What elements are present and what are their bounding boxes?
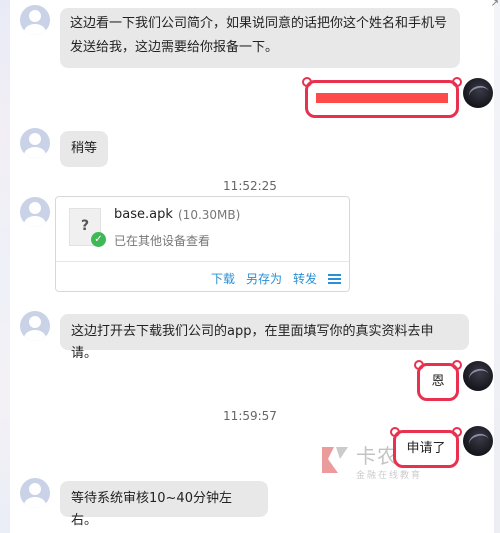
file-card[interactable]: ? ✓ base.apk (10.30MB) 已在其他设备查看 下载 另存为 转…	[55, 196, 350, 292]
check-circle-icon: ✓	[91, 232, 106, 247]
message-bubble-self[interactable]: 申请了	[390, 427, 462, 468]
message-bubble[interactable]: 这边打开去下载我们公司的app，在里面填写你的真实资料去申请。	[60, 314, 469, 361]
scrollbar-track[interactable]	[494, 0, 500, 533]
watermark-logo-icon	[322, 447, 348, 473]
message-bubble[interactable]: 稍等	[60, 131, 108, 167]
watermark-subtitle: 金融在线教育	[356, 471, 423, 481]
download-link[interactable]: 下载	[211, 270, 235, 287]
timestamp: 11:52:25	[223, 179, 277, 193]
avatar[interactable]	[20, 128, 50, 158]
expand-arrow-icon[interactable]: ↗	[491, 0, 499, 9]
message-text: 等待系统审核10~40分钟左右。	[71, 491, 232, 528]
file-name[interactable]: base.apk	[114, 207, 173, 222]
message-text: 这边看一下我们公司简介，如果说同意的话把你这个姓名和手机号发送给我，这边需要给你…	[70, 16, 448, 55]
avatar[interactable]	[20, 311, 50, 341]
redacted-content	[316, 93, 448, 103]
avatar-self[interactable]	[463, 426, 493, 456]
message-bubble-self[interactable]: 恩	[414, 360, 462, 401]
save-as-link[interactable]: 另存为	[246, 270, 282, 287]
avatar-self[interactable]	[463, 361, 493, 391]
message-text: 恩	[431, 374, 445, 389]
message-bubble-self[interactable]	[302, 77, 462, 118]
divider	[56, 261, 349, 262]
avatar[interactable]	[20, 197, 50, 227]
file-status: 已在其他设备查看	[114, 234, 211, 248]
avatar[interactable]	[20, 5, 50, 35]
avatar-self[interactable]	[463, 78, 493, 108]
left-background-strip	[0, 0, 10, 533]
forward-link[interactable]: 转发	[293, 270, 317, 287]
message-bubble[interactable]: 这边看一下我们公司简介，如果说同意的话把你这个姓名和手机号发送给我，这边需要给你…	[60, 8, 460, 68]
message-bubble[interactable]: 等待系统审核10~40分钟左右。	[60, 481, 268, 528]
message-text: 申请了	[406, 441, 446, 456]
message-text: 这边打开去下载我们公司的app，在里面填写你的真实资料去申请。	[71, 324, 434, 361]
message-text: 稍等	[71, 141, 98, 156]
avatar[interactable]	[20, 478, 50, 508]
timestamp: 11:59:57	[223, 409, 277, 423]
file-size: (10.30MB)	[178, 208, 241, 222]
file-actions: 下载 另存为 转发	[211, 270, 341, 287]
menu-icon[interactable]	[328, 273, 341, 284]
